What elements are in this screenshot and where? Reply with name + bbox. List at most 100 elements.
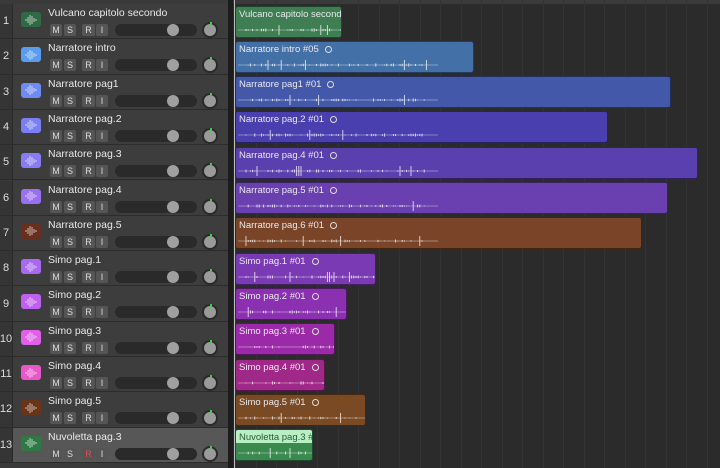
volume-slider[interactable] <box>115 341 197 354</box>
pan-knob[interactable] <box>202 304 218 321</box>
track-header[interactable]: 8 Simo pag.1 M S R I <box>0 251 228 287</box>
input-monitor-button[interactable]: I <box>96 341 108 354</box>
track-header[interactable]: 7 Narratore pag.5 M S R I <box>0 215 228 252</box>
track-name[interactable]: Narratore pag.5 <box>48 219 122 231</box>
audio-region[interactable]: Nuvoletta pag.3 #01 <box>235 429 313 462</box>
audio-track-icon[interactable] <box>21 294 41 310</box>
input-monitor-button[interactable]: I <box>96 377 108 389</box>
arrange-area[interactable]: Vulcano capitolo secondo # Narratore intr… <box>233 0 720 468</box>
track-header[interactable]: 5 Narratore pag.3 M S R I <box>0 145 228 181</box>
pan-knob[interactable] <box>202 410 218 427</box>
input-monitor-button[interactable]: I <box>96 271 108 284</box>
audio-track-icon[interactable] <box>21 365 41 380</box>
input-monitor-button[interactable]: I <box>96 235 108 248</box>
input-monitor-button[interactable]: I <box>96 94 108 107</box>
volume-thumb[interactable] <box>167 24 179 36</box>
mute-button[interactable]: M <box>50 341 62 354</box>
volume-slider[interactable] <box>115 165 197 178</box>
record-enable-button[interactable]: R <box>82 129 95 142</box>
input-monitor-button[interactable]: I <box>96 24 108 36</box>
record-enable-button[interactable]: R <box>82 235 95 248</box>
input-monitor-button[interactable]: I <box>96 59 108 72</box>
audio-track-icon[interactable] <box>21 47 41 63</box>
volume-slider[interactable] <box>115 200 197 213</box>
audio-track-icon[interactable] <box>21 153 41 169</box>
pan-knob[interactable] <box>202 163 218 180</box>
record-enable-button[interactable]: R <box>82 447 95 460</box>
track-name[interactable]: Nuvoletta pag.3 <box>48 431 122 443</box>
track-name[interactable]: Simo pag.2 <box>48 289 101 301</box>
volume-slider[interactable] <box>115 24 197 36</box>
volume-thumb[interactable] <box>167 271 179 284</box>
input-monitor-button[interactable]: I <box>96 165 108 178</box>
input-monitor-button[interactable]: I <box>96 200 108 213</box>
audio-region[interactable]: Simo pag.4 #01 <box>235 358 326 391</box>
record-enable-button[interactable]: R <box>82 306 95 319</box>
mute-button[interactable]: M <box>50 412 62 425</box>
audio-track-icon[interactable] <box>21 82 41 98</box>
volume-slider[interactable] <box>115 412 197 425</box>
input-monitor-button[interactable]: I <box>96 129 108 142</box>
volume-thumb[interactable] <box>167 200 179 213</box>
record-enable-button[interactable]: R <box>82 412 95 425</box>
solo-button[interactable]: S <box>64 271 76 284</box>
input-monitor-button[interactable]: I <box>96 306 108 319</box>
pan-knob[interactable] <box>202 375 218 391</box>
audio-region[interactable]: Simo pag.2 #01 <box>235 287 347 320</box>
audio-track-icon[interactable] <box>21 259 41 275</box>
volume-thumb[interactable] <box>167 377 179 389</box>
audio-track-icon[interactable] <box>21 435 41 451</box>
volume-thumb[interactable] <box>167 412 179 425</box>
pan-knob[interactable] <box>202 233 218 250</box>
record-enable-button[interactable]: R <box>82 59 95 72</box>
audio-track-icon[interactable] <box>21 400 41 416</box>
volume-slider[interactable] <box>115 447 197 460</box>
track-name[interactable]: Simo pag.5 <box>48 395 101 407</box>
track-name[interactable]: Simo pag.1 <box>48 254 101 266</box>
volume-thumb[interactable] <box>167 306 179 319</box>
track-name[interactable]: Narratore pag1 <box>48 78 119 90</box>
audio-track-icon[interactable] <box>21 12 41 27</box>
mute-button[interactable]: M <box>50 165 62 178</box>
audio-track-icon[interactable] <box>21 329 41 345</box>
audio-region[interactable]: Simo pag.1 #01 <box>235 252 377 285</box>
pan-knob[interactable] <box>202 339 218 356</box>
solo-button[interactable]: S <box>64 94 76 107</box>
audio-region[interactable]: Simo pag.3 #01 <box>235 323 335 356</box>
mute-button[interactable]: M <box>50 24 62 36</box>
solo-button[interactable]: S <box>64 306 76 319</box>
record-enable-button[interactable]: R <box>82 24 95 36</box>
record-enable-button[interactable]: R <box>82 165 95 178</box>
input-monitor-button[interactable]: I <box>96 447 108 460</box>
pan-knob[interactable] <box>202 22 218 38</box>
track-header[interactable]: 9 Simo pag.2 M S R I <box>0 286 228 322</box>
track-name[interactable]: Vulcano capitolo secondo <box>48 7 167 19</box>
volume-slider[interactable] <box>115 59 197 72</box>
pan-knob[interactable] <box>202 198 218 215</box>
solo-button[interactable]: S <box>64 341 76 354</box>
track-header[interactable]: 1 Vulcano capitolo secondo M S R I <box>0 4 228 40</box>
audio-region[interactable]: Narratore pag.6 #01 <box>235 217 642 250</box>
track-header[interactable]: 6 Narratore pag.4 M S R I <box>0 180 228 216</box>
audio-region[interactable]: Narratore pag.2 #01 <box>235 111 608 144</box>
volume-slider[interactable] <box>115 377 197 389</box>
track-header[interactable]: 10 Simo pag.3 M S R I <box>0 321 228 357</box>
track-name[interactable]: Narratore pag.2 <box>48 113 122 125</box>
track-name[interactable]: Narratore pag.4 <box>48 184 122 196</box>
audio-region[interactable]: Narratore pag1 #01 <box>235 76 671 109</box>
solo-button[interactable]: S <box>64 129 76 142</box>
pan-knob[interactable] <box>202 92 218 109</box>
volume-thumb[interactable] <box>167 129 179 142</box>
track-header[interactable]: 4 Narratore pag.2 M S R I <box>0 109 228 146</box>
volume-thumb[interactable] <box>167 341 179 354</box>
solo-button[interactable]: S <box>64 235 76 248</box>
track-header[interactable]: 13 Nuvoletta pag.3 M S R I <box>0 427 228 463</box>
mute-button[interactable]: M <box>50 94 62 107</box>
track-name[interactable]: Simo pag.3 <box>48 325 101 337</box>
input-monitor-button[interactable]: I <box>96 412 108 425</box>
playhead[interactable] <box>234 0 235 468</box>
solo-button[interactable]: S <box>64 59 76 72</box>
volume-slider[interactable] <box>115 94 197 107</box>
audio-region[interactable]: Simo pag.5 #01 <box>235 393 367 426</box>
volume-thumb[interactable] <box>167 447 179 460</box>
